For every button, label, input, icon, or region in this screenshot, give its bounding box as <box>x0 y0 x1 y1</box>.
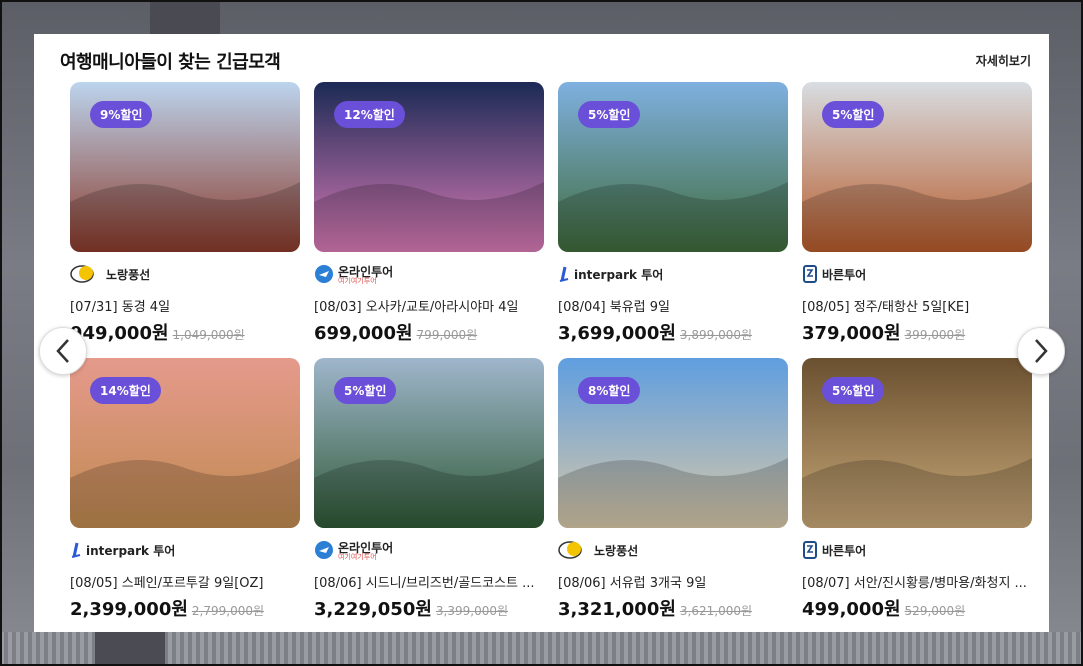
yellow-balloon-icon <box>558 540 590 563</box>
deal-image[interactable]: 12%할인 <box>314 82 544 252</box>
yellow-balloon-icon <box>70 264 102 287</box>
brand-name: interpark 투어 <box>574 268 664 282</box>
deal-card[interactable]: 12%할인 온라인투어 여기여기투어 [08/03] 오사카/교토/아라시야마 … <box>314 82 544 344</box>
deal-image[interactable]: 9%할인 <box>70 82 300 252</box>
deal-name[interactable]: [08/06] 시드니/브리즈번/골드코스트 ... <box>314 572 544 591</box>
chevron-right-icon <box>1035 339 1048 363</box>
deal-card[interactable]: 5%할인 바른투어 [08/07] 서안/진시황릉/병마용/화청지 ... 49… <box>802 358 1032 620</box>
deal-name[interactable]: [08/06] 서유럽 3개국 9일 <box>558 572 788 591</box>
brand-logo: 온라인투어 여기여기투어 <box>314 540 393 562</box>
deals-panel: 여행매니아들이 찾는 긴급모객 자세히보기 9%할인 노랑풍선 [07/31] … <box>34 34 1049 632</box>
brand-name: 온라인투어 <box>338 540 394 555</box>
sale-price: 699,000원 <box>314 323 413 344</box>
chevron-left-icon <box>56 339 69 363</box>
brand-logo: interpark 투어 <box>558 264 663 286</box>
barun-icon <box>802 540 818 563</box>
brand-logo: 온라인투어 여기여기투어 <box>314 264 393 286</box>
deal-image[interactable]: 5%할인 <box>802 82 1032 252</box>
brand-logo: 바른투어 <box>802 540 866 562</box>
original-price: 799,000원 <box>416 328 478 342</box>
original-price: 3,899,000원 <box>679 328 753 342</box>
brand-name: 바른투어 <box>822 268 867 282</box>
brand-logo: 바른투어 <box>802 264 866 286</box>
deal-name[interactable]: [08/07] 서안/진시황릉/병마용/화청지 ... <box>802 572 1032 591</box>
discount-badge: 12%할인 <box>334 101 405 128</box>
deal-price: 379,000원 399,000원 <box>802 319 965 345</box>
deal-card[interactable]: 5%할인 바른투어 [08/05] 정주/태항산 5일[KE] 379,000원… <box>802 82 1032 344</box>
original-price: 529,000원 <box>904 604 966 618</box>
deal-name[interactable]: [08/04] 북유럽 9일 <box>558 296 788 315</box>
background-pillar <box>150 0 220 34</box>
brand-name: 온라인투어 <box>338 264 394 279</box>
discount-badge: 5%할인 <box>578 101 641 128</box>
brand-name: 노랑풍선 <box>106 268 151 282</box>
discount-badge: 5%할인 <box>334 377 397 404</box>
interpark-icon <box>558 265 570 286</box>
deal-name[interactable]: [08/05] 정주/태항산 5일[KE] <box>802 296 1032 315</box>
deal-image[interactable]: 5%할인 <box>558 82 788 252</box>
barun-icon <box>802 264 818 287</box>
deal-card[interactable]: 8%할인 노랑풍선 [08/06] 서유럽 3개국 9일 3,321,000원 3… <box>558 358 788 620</box>
brand-name: 바른투어 <box>822 544 867 558</box>
discount-badge: 5%할인 <box>822 101 885 128</box>
deal-name[interactable]: [08/03] 오사카/교토/아라시야마 4일 <box>314 296 544 315</box>
sale-price: 3,699,000원 <box>558 323 676 344</box>
plane-icon <box>314 264 334 287</box>
prev-button[interactable] <box>39 327 87 375</box>
deal-price: 699,000원 799,000원 <box>314 319 477 345</box>
deal-price: 2,399,000원 2,799,000원 <box>70 595 264 621</box>
interpark-icon <box>70 541 82 562</box>
more-link[interactable]: 자세히보기 <box>976 52 1031 69</box>
deal-image[interactable]: 8%할인 <box>558 358 788 528</box>
plane-icon <box>314 540 334 563</box>
sale-price: 2,399,000원 <box>70 599 188 620</box>
deal-image[interactable]: 5%할인 <box>802 358 1032 528</box>
discount-badge: 9%할인 <box>90 101 153 128</box>
deal-name[interactable]: [07/31] 동경 4일 <box>70 296 300 315</box>
deal-card[interactable]: 9%할인 노랑풍선 [07/31] 동경 4일 949,000원 1,049,00… <box>70 82 300 344</box>
deal-name[interactable]: [08/05] 스페인/포르투갈 9일[OZ] <box>70 572 300 591</box>
sale-price: 3,229,050원 <box>314 599 432 620</box>
brand-name: interpark 투어 <box>86 544 176 558</box>
brand-subname: 여기여기투어 <box>338 552 377 561</box>
deal-image[interactable]: 5%할인 <box>314 358 544 528</box>
sale-price: 499,000원 <box>802 599 901 620</box>
deal-card[interactable]: 14%할인 interpark 투어 [08/05] 스페인/포르투갈 9일[O… <box>70 358 300 620</box>
original-price: 3,621,000원 <box>679 604 753 618</box>
brand-logo: interpark 투어 <box>70 540 175 562</box>
next-button[interactable] <box>1017 327 1065 375</box>
discount-badge: 5%할인 <box>822 377 885 404</box>
original-price: 3,399,000원 <box>435 604 509 618</box>
original-price: 399,000원 <box>904 328 966 342</box>
deal-price: 3,229,050원 3,399,000원 <box>314 595 508 621</box>
brand-logo: 노랑풍선 <box>558 540 638 562</box>
deal-price: 3,321,000원 3,621,000원 <box>558 595 752 621</box>
brand-logo: 노랑풍선 <box>70 264 150 286</box>
discount-badge: 14%할인 <box>90 377 161 404</box>
original-price: 1,049,000원 <box>172 328 245 342</box>
deal-card[interactable]: 5%할인 interpark 투어 [08/04] 북유럽 9일 3,699,0… <box>558 82 788 344</box>
deal-card[interactable]: 5%할인 온라인투어 여기여기투어 [08/06] 시드니/브리즈번/골드코스트… <box>314 358 544 620</box>
sale-price: 379,000원 <box>802 323 901 344</box>
deal-price: 499,000원 529,000원 <box>802 595 965 621</box>
original-price: 2,799,000원 <box>191 604 265 618</box>
brand-name: 노랑풍선 <box>594 544 639 558</box>
deal-price: 949,000원 1,049,000원 <box>70 319 245 345</box>
background-post <box>95 632 165 666</box>
deal-price: 3,699,000원 3,899,000원 <box>558 319 752 345</box>
discount-badge: 8%할인 <box>578 377 641 404</box>
sale-price: 3,321,000원 <box>558 599 676 620</box>
deal-image[interactable]: 14%할인 <box>70 358 300 528</box>
brand-subname: 여기여기투어 <box>338 276 377 285</box>
section-title: 여행매니아들이 찾는 긴급모객 <box>60 52 281 73</box>
